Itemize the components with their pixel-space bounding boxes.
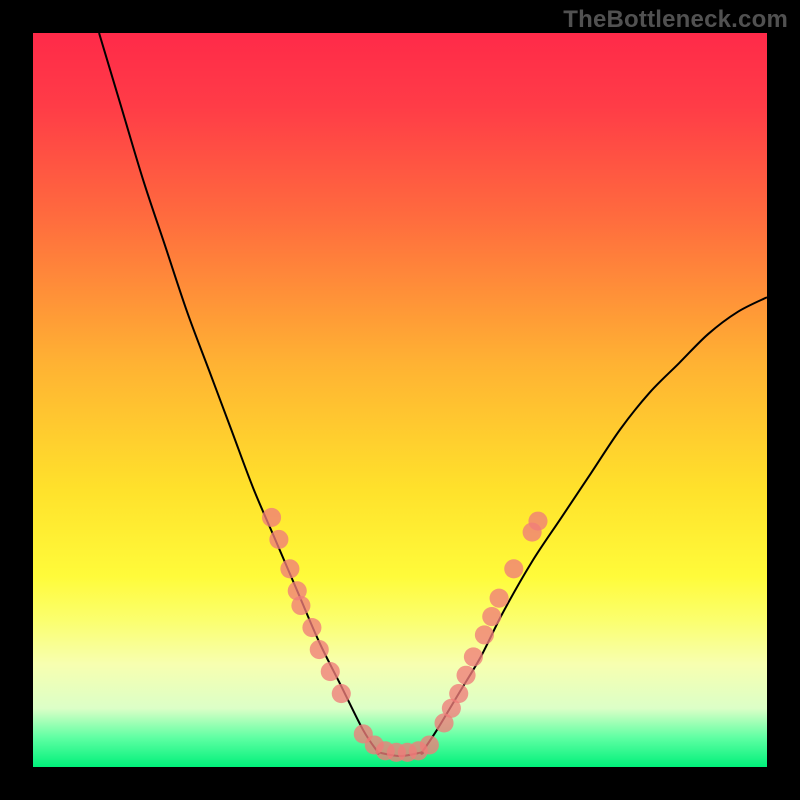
scatter-dot: [464, 647, 483, 666]
scatter-dot: [482, 607, 501, 626]
scatter-dot: [262, 508, 281, 527]
curves-svg: [33, 33, 767, 767]
chart-frame: TheBottleneck.com: [0, 0, 800, 800]
scatter-dot: [475, 625, 494, 644]
scatter-dot: [332, 684, 351, 703]
scatter-dot: [528, 512, 547, 531]
scatter-dot: [449, 684, 468, 703]
scatter-dot: [457, 666, 476, 685]
watermark-label: TheBottleneck.com: [563, 6, 788, 34]
line-group: [99, 33, 767, 756]
scatter-dot: [310, 640, 329, 659]
scatter-dot: [280, 559, 299, 578]
scatter-dot: [490, 589, 509, 608]
scatter-group: [262, 508, 548, 762]
scatter-dot: [269, 530, 288, 549]
scatter-dot: [291, 596, 310, 615]
scatter-dot: [420, 735, 439, 754]
scatter-dot: [504, 559, 523, 578]
scatter-dot: [302, 618, 321, 637]
scatter-dot: [321, 662, 340, 681]
plot-area: [33, 33, 767, 767]
v-curve: [99, 33, 767, 756]
